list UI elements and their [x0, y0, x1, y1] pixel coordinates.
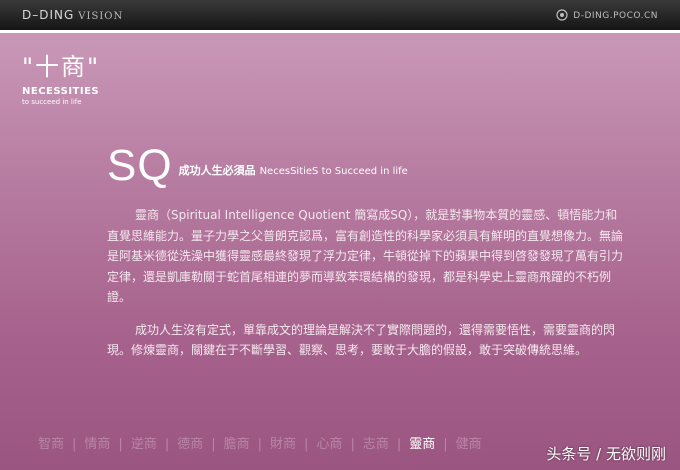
paragraph: 成功人生沒有定式，單靠成文的理論是解決不了實際問題的，還得需要悟性，需要靈商的閃… — [107, 322, 616, 358]
camera-lens-icon — [556, 9, 568, 21]
series-logo: "十商" NECESSITIES to succeed in life — [22, 47, 100, 106]
footer-nav-item[interactable]: 志商 — [355, 437, 397, 452]
article-body: 靈商（Spiritual Intelligence Quotient 簡寫成SQ… — [107, 205, 627, 373]
page: D–DING VISION D-DING.POCO.CN "十商" NECESSI… — [0, 0, 680, 470]
footer-nav-item[interactable]: 膽商 — [216, 437, 258, 452]
footer-nav-item[interactable]: 德商 — [169, 437, 211, 452]
brand: D–DING VISION — [22, 8, 123, 22]
logo-english-sub: to succeed in life — [22, 98, 82, 106]
tagline-chinese: 成功人生必須品 — [178, 164, 256, 177]
footer-nav-item[interactable]: 心商 — [308, 437, 350, 452]
brand-name: D–DING — [22, 8, 75, 22]
logo-english-title: NECESSITIES — [22, 86, 100, 97]
site-link[interactable]: D-DING.POCO.CN — [556, 9, 658, 21]
article-heading: SQ 成功人生必須品 NecesSitieS to Succeed in life — [107, 141, 408, 191]
brand-sub: VISION — [78, 11, 124, 22]
nav-separator: | — [211, 437, 216, 452]
tagline-english: NecesSitieS to Succeed in life — [259, 166, 408, 177]
footer-nav-item[interactable]: 逆商 — [123, 437, 165, 452]
site-url: D-DING.POCO.CN — [573, 11, 658, 21]
content-panel: "十商" NECESSITIES to succeed in life SQ 成功… — [0, 33, 680, 470]
watermark: 头条号 / 无欲则刚 — [546, 445, 666, 463]
footer-nav-item[interactable]: 靈商 — [401, 437, 443, 452]
footer-nav-item[interactable]: 健商 — [448, 437, 490, 452]
top-bar: D–DING VISION D-DING.POCO.CN — [0, 0, 680, 30]
paragraph: 靈商（Spiritual Intelligence Quotient 簡寫成SQ… — [107, 208, 624, 304]
article-title: SQ — [107, 141, 173, 190]
footer-nav-item[interactable]: 智商 — [30, 437, 72, 452]
footer-nav: 智商 | 情商 | 逆商 | 德商 | 膽商 | 財商 | 心商 | 志商 | 靈商 | 健商 — [30, 433, 490, 452]
nav-separator: | — [443, 437, 448, 452]
footer-nav-item[interactable]: 財商 — [262, 437, 304, 452]
logo-chinese: "十商" — [22, 53, 101, 81]
footer-nav-item[interactable]: 情商 — [76, 437, 118, 452]
